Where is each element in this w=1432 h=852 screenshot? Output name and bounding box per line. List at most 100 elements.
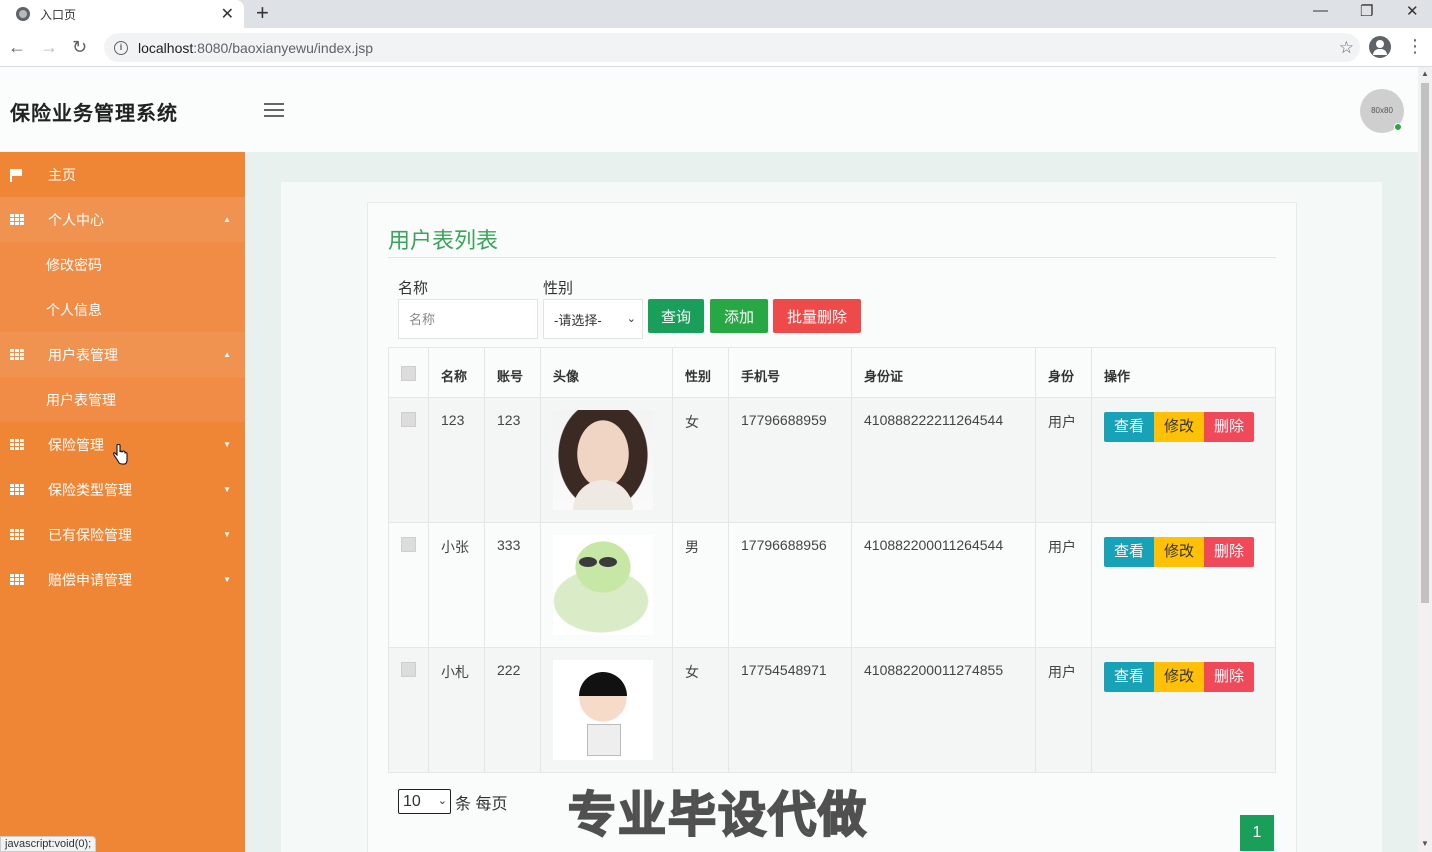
batch-delete-button[interactable]: 批量删除 (773, 299, 861, 333)
cell-role: 用户 (1035, 647, 1092, 773)
sex-select[interactable]: -请选择- ⌄ (543, 299, 643, 339)
chevron-down-icon: ⌄ (437, 795, 447, 807)
column-header-id-card: 身份证 (851, 347, 1036, 398)
sidebar-item-home[interactable]: 主页 (0, 152, 245, 197)
cell-actions: 查看 修改 删除 (1091, 522, 1276, 648)
column-header-sex: 性别 (672, 347, 729, 398)
minimize-icon[interactable]: — (1313, 2, 1328, 19)
sidebar-item-label: 修改密码 (46, 256, 102, 273)
caret-down-icon: ▼ (223, 440, 231, 449)
scrollbar-thumb[interactable] (1421, 83, 1429, 603)
page-size-suffix: 条 每页 (455, 795, 508, 813)
view-button[interactable]: 查看 (1104, 662, 1155, 692)
sidebar-item-label: 个人中心 (48, 211, 104, 228)
table-row: 123 123 女 17796688959 410888222211264544… (388, 397, 1276, 523)
sidebar-item-user-table-management[interactable]: 用户表管理 ▲ (0, 332, 245, 377)
grid-icon (10, 573, 24, 586)
sidebar-item-claim-management[interactable]: 赔偿申请管理 ▼ (0, 557, 245, 602)
sex-select-value: -请选择- (554, 312, 602, 328)
caret-up-icon: ▲ (223, 215, 231, 224)
user-table: 名称 账号 头像 性别 手机号 身份证 身份 操作 123 123 女 1779… (388, 347, 1276, 773)
table-row: 小札 222 女 17754548971 410882200011274855 … (388, 647, 1276, 773)
sidebar-item-personal-center[interactable]: 个人中心 ▲ (0, 197, 245, 242)
cell-name: 123 (428, 397, 485, 523)
reload-icon[interactable]: ↻ (72, 36, 87, 58)
row-checkbox-cell (388, 647, 429, 773)
edit-button[interactable]: 修改 (1154, 412, 1205, 442)
cell-avatar (540, 522, 673, 648)
browser-menu-icon[interactable]: ⋮ (1406, 35, 1424, 57)
cell-account: 333 (484, 522, 541, 648)
sidebar-item-user-table[interactable]: 用户表管理 (0, 377, 245, 422)
url-path: :8080/baoxianyewu/index.jsp (193, 39, 374, 56)
cell-id-card: 410888222211264544 (851, 397, 1036, 523)
delete-button[interactable]: 删除 (1204, 412, 1255, 442)
query-button[interactable]: 查询 (648, 299, 704, 333)
profile-icon[interactable] (1369, 36, 1391, 58)
sidebar-item-change-password[interactable]: 修改密码 (0, 242, 245, 287)
caret-down-icon: ▼ (223, 485, 231, 494)
cell-phone: 17754548971 (728, 647, 852, 773)
row-checkbox[interactable] (401, 662, 416, 677)
select-all-checkbox[interactable] (401, 366, 416, 381)
user-list-card: 用户表列表 名称 性别 -请选择- ⌄ 查询 添加 批量删除 名称 账号 头像 (367, 202, 1297, 852)
hand-cursor-icon (113, 444, 128, 465)
cell-phone: 17796688959 (728, 397, 852, 523)
table-row: 小张 333 男 17796688956 410882200011264544 … (388, 522, 1276, 648)
cell-role: 用户 (1035, 522, 1092, 648)
edit-button[interactable]: 修改 (1154, 662, 1205, 692)
delete-button[interactable]: 删除 (1204, 537, 1255, 567)
cell-phone: 17796688956 (728, 522, 852, 648)
row-checkbox-cell (388, 397, 429, 523)
column-header-name: 名称 (428, 347, 485, 398)
cell-sex: 女 (672, 647, 729, 773)
name-filter-label: 名称 (398, 280, 429, 297)
scroll-up-icon[interactable]: ▲ (1421, 69, 1429, 78)
grid-icon (10, 213, 24, 226)
delete-button[interactable]: 删除 (1204, 662, 1255, 692)
new-tab-icon[interactable]: + (256, 2, 269, 24)
select-all-cell (388, 347, 429, 398)
url-field[interactable]: i localhost:8080/baoxianyewu/index.jsp ☆ (104, 33, 1360, 62)
sidebar-item-label: 保险管理 (48, 436, 104, 453)
main-content: 用户表列表 名称 性别 -请选择- ⌄ 查询 添加 批量删除 名称 账号 头像 (245, 152, 1418, 852)
forward-icon[interactable]: → (40, 36, 58, 58)
browser-tabbar: 入口页 ✕ + — ❐ ✕ (0, 0, 1432, 28)
page-title: 用户表列表 (388, 228, 499, 253)
cell-role: 用户 (1035, 397, 1092, 523)
bookmark-star-icon[interactable]: ☆ (1339, 38, 1354, 58)
close-tab-icon[interactable]: ✕ (221, 4, 234, 24)
globe-icon (16, 7, 30, 21)
view-button[interactable]: 查看 (1104, 412, 1155, 442)
sidebar-item-insurance-type-management[interactable]: 保险类型管理 ▼ (0, 467, 245, 512)
view-button[interactable]: 查看 (1104, 537, 1155, 567)
page-size-value: 10 (403, 792, 421, 810)
back-icon[interactable]: ← (8, 36, 26, 58)
sidebar-item-existing-insurance-management[interactable]: 已有保险管理 ▼ (0, 512, 245, 557)
restore-icon[interactable]: ❐ (1360, 2, 1373, 20)
hamburger-menu-icon[interactable] (264, 103, 284, 117)
pagination-size: 10 ⌄ 条 每页 (398, 789, 507, 814)
online-status-dot (1394, 123, 1402, 131)
cell-actions: 查看 修改 删除 (1091, 647, 1276, 773)
sidebar-item-label: 用户表管理 (48, 346, 118, 363)
window-close-icon[interactable]: ✕ (1406, 2, 1419, 20)
sex-filter-label: 性别 (543, 280, 574, 297)
name-search-input[interactable] (398, 299, 538, 339)
sidebar-item-personal-info[interactable]: 个人信息 (0, 287, 245, 332)
app-title: 保险业务管理系统 (10, 103, 178, 125)
browser-tab[interactable]: 入口页 ✕ (0, 0, 244, 28)
info-icon[interactable]: i (114, 40, 128, 55)
column-header-account: 账号 (484, 347, 541, 398)
page-size-select[interactable]: 10 ⌄ (398, 789, 451, 814)
grid-icon (10, 528, 24, 541)
add-button[interactable]: 添加 (710, 299, 768, 333)
column-header-actions: 操作 (1091, 347, 1276, 398)
row-checkbox[interactable] (401, 412, 416, 427)
page-number-button[interactable]: 1 (1240, 815, 1274, 851)
scroll-down-icon[interactable]: ▼ (1421, 839, 1429, 848)
edit-button[interactable]: 修改 (1154, 537, 1205, 567)
vertical-scrollbar[interactable]: ▲ ▼ (1418, 67, 1432, 852)
row-checkbox[interactable] (401, 537, 416, 552)
address-bar: ← → ↻ i localhost:8080/baoxianyewu/index… (0, 28, 1432, 67)
